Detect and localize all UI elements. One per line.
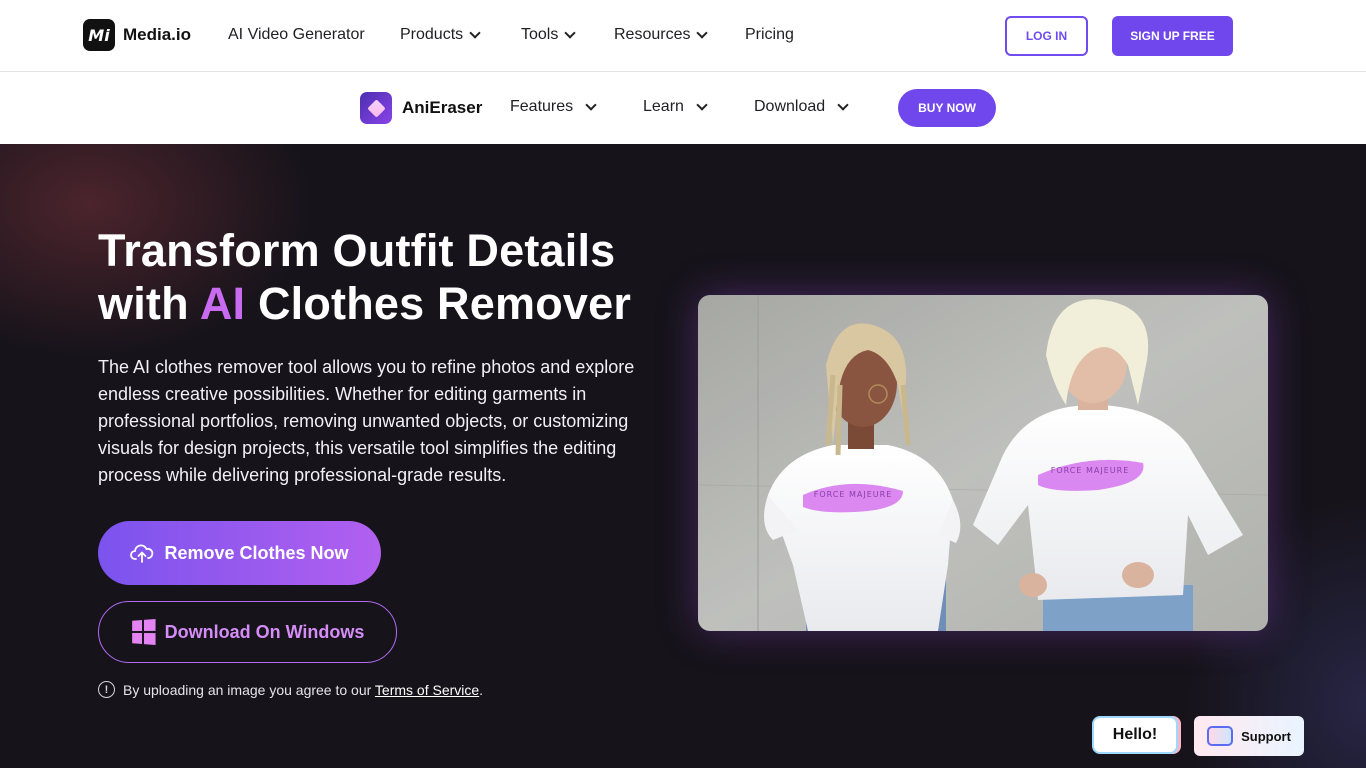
chevron-down-icon bbox=[837, 98, 849, 111]
chevron-down-icon bbox=[564, 26, 577, 39]
product-subnav: AniEraser Features Learn Download BUY NO… bbox=[0, 72, 1366, 144]
hero-description: The AI clothes remover tool allows you t… bbox=[98, 357, 635, 485]
terms-period: . bbox=[479, 681, 484, 698]
nav-label: AI Video Generator bbox=[228, 26, 365, 43]
cloud-upload-icon bbox=[130, 544, 154, 563]
nav-label: Products bbox=[400, 26, 464, 43]
logo-mark-icon: Mi bbox=[83, 19, 115, 51]
terms-notice: ! By uploading an image you agree to our… bbox=[98, 681, 483, 698]
nav-resources[interactable]: Resources bbox=[614, 26, 709, 44]
nav-ai-video-generator[interactable]: AI Video Generator bbox=[228, 26, 365, 44]
chevron-down-icon bbox=[696, 98, 708, 111]
page-title: Transform Outfit Details with AI Clothes… bbox=[98, 224, 631, 330]
support-label: Support bbox=[1241, 728, 1291, 744]
buy-now-button[interactable]: BUY NOW bbox=[898, 89, 996, 127]
support-button[interactable]: Support bbox=[1194, 716, 1304, 756]
hello-chat-bubble[interactable]: Hello! bbox=[1092, 716, 1178, 754]
two-models-in-tshirts-image: FORCE MAJEURE FORCE MAJEURE bbox=[698, 295, 1268, 631]
chat-icon bbox=[1207, 726, 1234, 746]
headline-ai-highlight: AI bbox=[199, 278, 246, 329]
headline-rest: Clothes Remover bbox=[257, 278, 632, 329]
anieraser-logo-icon[interactable] bbox=[360, 92, 392, 124]
terms-text: By uploading an image you agree to our bbox=[123, 681, 372, 698]
nav-label: Pricing bbox=[745, 26, 794, 43]
subnav-features[interactable]: Features bbox=[510, 98, 597, 116]
remove-clothes-label: Remove Clothes Now bbox=[164, 542, 349, 563]
headline-line-1: Transform Outfit Details bbox=[98, 225, 616, 276]
signup-button[interactable]: SIGN UP FREE bbox=[1112, 16, 1233, 56]
chevron-down-icon bbox=[469, 26, 481, 39]
headline-with: with bbox=[98, 278, 189, 329]
nav-pricing[interactable]: Pricing bbox=[745, 26, 794, 44]
nav-label: Resources bbox=[614, 26, 691, 43]
eraser-diamond-icon bbox=[366, 98, 386, 118]
chevron-down-icon bbox=[696, 26, 709, 39]
left-shirt-print: FORCE MAJEURE bbox=[814, 490, 893, 499]
top-navbar: Mi Media.io AI Video Generator Products … bbox=[0, 0, 1366, 72]
windows-logo-icon bbox=[131, 619, 156, 645]
hero-example-photo: FORCE MAJEURE FORCE MAJEURE bbox=[698, 295, 1268, 631]
right-shirt-print: FORCE MAJEURE bbox=[1051, 466, 1130, 475]
download-on-windows-button[interactable]: Download On Windows bbox=[98, 601, 397, 663]
subnav-download[interactable]: Download bbox=[754, 98, 849, 116]
app-name[interactable]: AniEraser bbox=[402, 98, 482, 118]
nav-products[interactable]: Products bbox=[400, 26, 481, 44]
subnav-learn[interactable]: Learn bbox=[643, 98, 708, 116]
remove-clothes-now-button[interactable]: Remove Clothes Now bbox=[98, 521, 381, 585]
subnav-label: Features bbox=[510, 98, 574, 115]
terms-of-service-link[interactable]: Terms of Service bbox=[375, 682, 479, 698]
subnav-label: Learn bbox=[643, 98, 684, 115]
login-button[interactable]: LOG IN bbox=[1005, 16, 1088, 56]
subnav-label: Download bbox=[754, 98, 826, 115]
nav-tools[interactable]: Tools bbox=[521, 26, 577, 44]
download-windows-label: Download On Windows bbox=[164, 621, 365, 642]
hero-section: Transform Outfit Details with AI Clothes… bbox=[0, 144, 1366, 768]
media-io-logo[interactable]: Mi Media.io bbox=[83, 19, 191, 51]
info-icon: ! bbox=[98, 681, 115, 698]
chevron-down-icon bbox=[585, 98, 597, 111]
logo-text: Media.io bbox=[123, 25, 192, 44]
nav-label: Tools bbox=[521, 26, 559, 43]
